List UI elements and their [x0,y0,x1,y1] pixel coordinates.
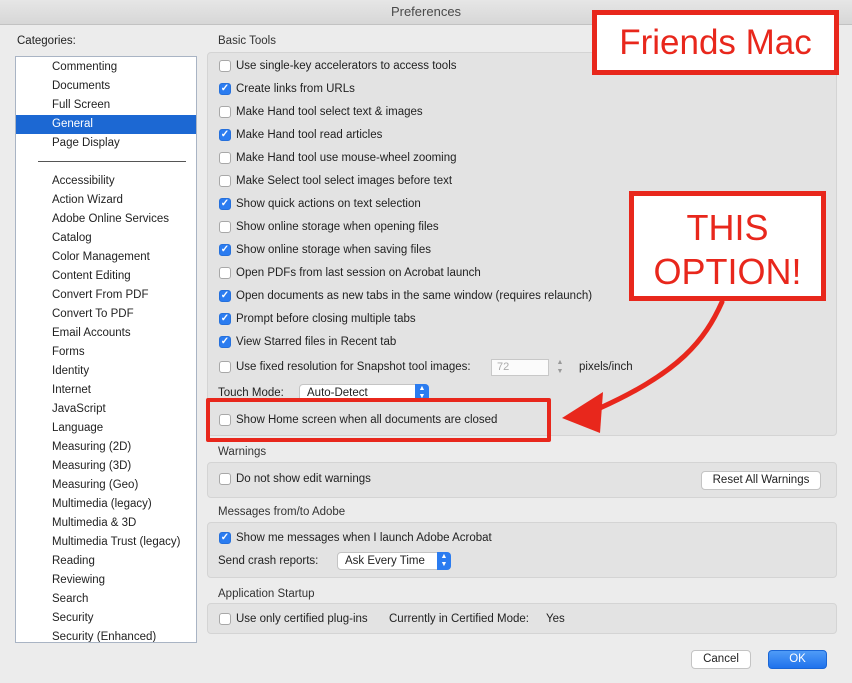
callout-arrow [562,299,725,433]
